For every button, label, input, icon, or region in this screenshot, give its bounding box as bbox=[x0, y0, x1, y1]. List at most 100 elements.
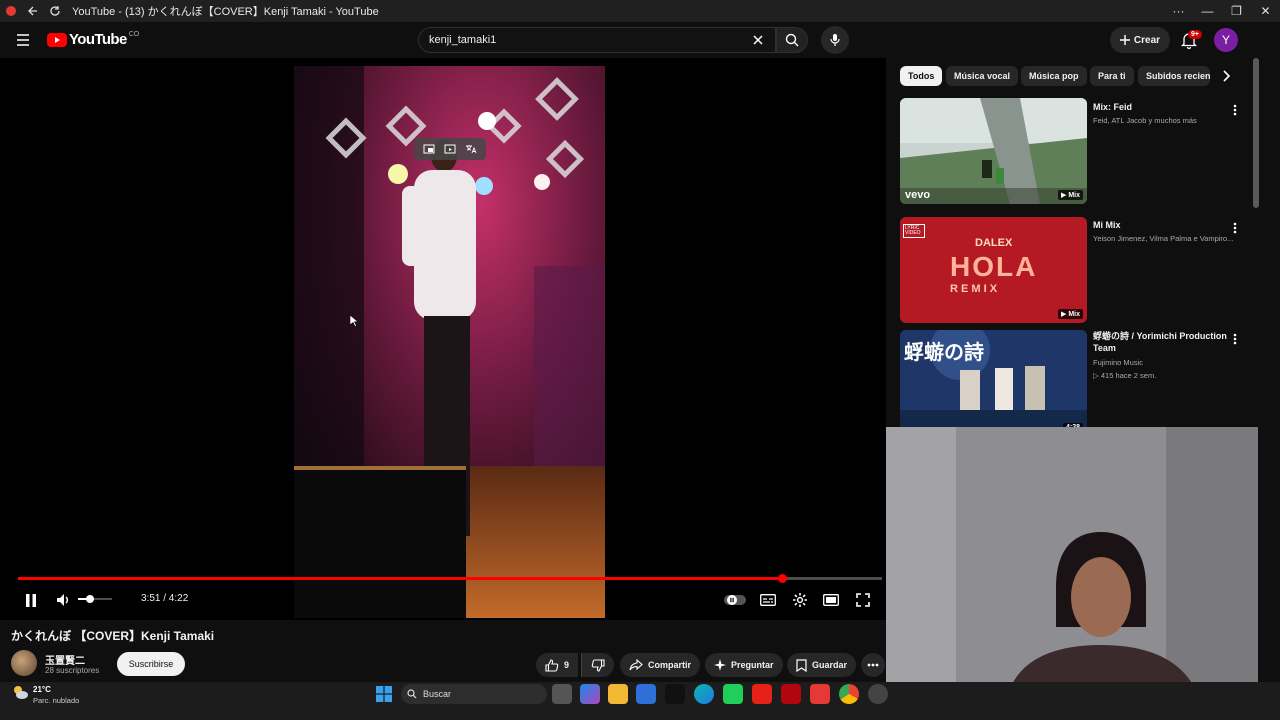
volume-knob[interactable] bbox=[85, 595, 94, 603]
netflix-icon[interactable] bbox=[781, 684, 801, 704]
restore-button[interactable]: ❐ bbox=[1222, 0, 1251, 22]
webcam-overlay bbox=[886, 427, 1258, 705]
ask-button[interactable]: Preguntar bbox=[705, 653, 783, 677]
recommendation-thumbnail[interactable]: vevo ▶ Mix bbox=[900, 98, 1087, 204]
create-button[interactable]: Crear bbox=[1110, 27, 1170, 53]
save-button[interactable]: Guardar bbox=[787, 653, 857, 677]
chip-todos[interactable]: Todos bbox=[900, 66, 943, 86]
recommendation-title[interactable]: Mi Mix bbox=[1093, 219, 1233, 231]
mix-label: Mix bbox=[1068, 192, 1080, 199]
translate-icon[interactable] bbox=[465, 143, 477, 155]
tiktok-icon[interactable] bbox=[665, 684, 685, 704]
thumbs-down-icon bbox=[591, 658, 605, 672]
browser-titlebar: YouTube - (13) かくれんぼ【COVER】Kenji Tamaki … bbox=[0, 0, 1280, 22]
back-icon[interactable] bbox=[22, 0, 44, 22]
youtube-logo[interactable]: YouTube CO bbox=[47, 31, 139, 48]
more-vertical-icon[interactable] bbox=[1229, 220, 1241, 236]
reload-icon[interactable] bbox=[44, 0, 66, 22]
settings-button[interactable] bbox=[790, 590, 810, 610]
fullscreen-icon bbox=[856, 593, 870, 607]
recommendation-subtitle: Fujimino Music bbox=[1093, 358, 1144, 367]
plus-icon bbox=[1119, 35, 1130, 45]
clear-search-icon[interactable] bbox=[748, 30, 768, 50]
miniplayer-icon[interactable] bbox=[423, 143, 435, 155]
miniplayer-controls[interactable] bbox=[414, 138, 486, 160]
kick-icon[interactable] bbox=[723, 684, 743, 704]
search-button[interactable] bbox=[776, 27, 808, 53]
menu-icon[interactable] bbox=[12, 30, 34, 50]
dislike-button[interactable] bbox=[581, 653, 614, 677]
thumbnail-title-text: 蜉蝣の詩 bbox=[904, 342, 984, 364]
recommendation-thumbnail[interactable]: 蜉蝣の詩 4:28 bbox=[900, 330, 1087, 436]
like-button[interactable]: 9 bbox=[536, 653, 579, 677]
lyric-video-badge: LYRIC VIDEO bbox=[903, 224, 925, 238]
windows-start-icon[interactable] bbox=[376, 686, 392, 702]
picture-in-picture-icon[interactable] bbox=[444, 143, 456, 155]
mouse-cursor-icon bbox=[350, 315, 358, 327]
thumbnail-artist: DALEX bbox=[975, 237, 1013, 249]
task-view-icon[interactable] bbox=[552, 684, 572, 704]
more-vertical-icon[interactable] bbox=[1229, 102, 1241, 118]
weather-temperature: 21°C bbox=[33, 685, 51, 694]
pause-button[interactable] bbox=[22, 590, 40, 610]
chip-musica-vocal[interactable]: Música vocal bbox=[946, 66, 1019, 86]
recommendation-subtitle: Feid, ATL Jacob y muchos más bbox=[1093, 116, 1197, 125]
file-explorer-icon[interactable] bbox=[608, 684, 628, 704]
create-label: Crear bbox=[1133, 34, 1161, 46]
search-input[interactable]: kenji_tamaki1 bbox=[418, 27, 776, 53]
youtube-taskbar-icon[interactable] bbox=[752, 684, 772, 704]
chips-next-arrow[interactable] bbox=[1216, 66, 1236, 86]
share-button[interactable]: Compartir bbox=[620, 653, 701, 677]
save-label: Guardar bbox=[812, 660, 848, 670]
wps-office-icon[interactable] bbox=[810, 684, 830, 704]
search-icon bbox=[785, 33, 799, 47]
webcam-image bbox=[886, 427, 1258, 705]
sparkle-icon bbox=[714, 659, 726, 671]
thumbs-up-icon bbox=[545, 658, 559, 672]
gear-icon bbox=[793, 593, 807, 607]
chip-musica-pop[interactable]: Música pop bbox=[1021, 66, 1087, 86]
mix-label: Mix bbox=[1068, 311, 1080, 318]
share-label: Compartir bbox=[648, 660, 692, 670]
channel-name[interactable]: 玉置賢二 bbox=[45, 652, 85, 667]
recommendation-thumbnail[interactable]: LYRIC VIDEO DALEX HOLA R E M I X ▶ Mix bbox=[900, 217, 1087, 323]
theater-mode-button[interactable] bbox=[821, 590, 841, 610]
channel-avatar[interactable] bbox=[11, 650, 37, 676]
thumbnail-brand: vevo bbox=[905, 189, 931, 201]
chip-subidos-recientemente[interactable]: Subidos recien bbox=[1138, 66, 1210, 86]
video-player[interactable] bbox=[0, 58, 886, 620]
page-scrollbar[interactable] bbox=[1253, 58, 1259, 208]
youtube-favicon-icon bbox=[0, 0, 22, 22]
mix-badge: ▶ Mix bbox=[1058, 309, 1083, 319]
weather-icon[interactable] bbox=[11, 684, 29, 700]
autoplay-toggle[interactable] bbox=[724, 590, 746, 610]
edge-icon[interactable] bbox=[694, 684, 714, 704]
voice-search-button[interactable] bbox=[821, 26, 849, 54]
subtitles-button[interactable] bbox=[758, 590, 778, 610]
mute-button[interactable] bbox=[55, 590, 73, 610]
progress-scrubber[interactable] bbox=[777, 574, 787, 583]
microphone-icon bbox=[830, 34, 840, 46]
weather-description: Parc. nublado bbox=[33, 696, 80, 705]
subscriber-count: 28 suscriptores bbox=[45, 666, 100, 675]
ask-label: Preguntar bbox=[731, 660, 774, 670]
fullscreen-button[interactable] bbox=[853, 590, 873, 610]
account-avatar[interactable]: Y bbox=[1214, 28, 1238, 52]
more-horizontal-icon bbox=[867, 663, 879, 667]
recommendation-title[interactable]: 蜉蝣の詩 / Yorimichi Production Team bbox=[1093, 330, 1233, 354]
settings-app-icon[interactable] bbox=[868, 684, 888, 704]
store-icon[interactable] bbox=[636, 684, 656, 704]
taskbar-search[interactable]: Buscar bbox=[401, 684, 547, 704]
search-icon bbox=[407, 689, 417, 699]
minimize-button[interactable]: — bbox=[1193, 0, 1222, 22]
window-controls: ··· — ❐ ✕ bbox=[1164, 0, 1280, 22]
copilot-icon[interactable] bbox=[580, 684, 600, 704]
recommendation-title[interactable]: Mix: Feid bbox=[1093, 101, 1233, 113]
more-vertical-icon[interactable] bbox=[1229, 331, 1241, 347]
close-button[interactable]: ✕ bbox=[1251, 0, 1280, 22]
more-actions-button[interactable] bbox=[861, 653, 885, 677]
more-icon[interactable]: ··· bbox=[1164, 0, 1193, 22]
chrome-icon[interactable] bbox=[839, 684, 859, 704]
chip-para-ti[interactable]: Para ti bbox=[1090, 66, 1134, 86]
subscribe-button[interactable]: Suscribirse bbox=[117, 652, 185, 676]
